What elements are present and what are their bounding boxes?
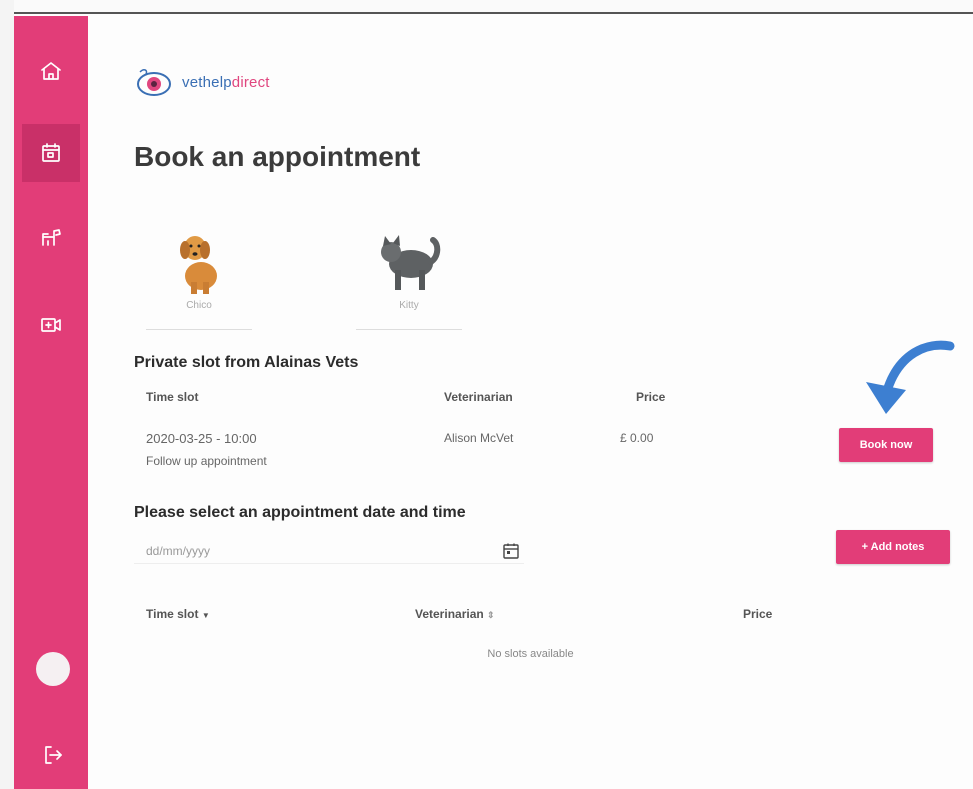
col-header-time: Time slot [146, 390, 199, 404]
slot-type: Follow up appointment [146, 454, 267, 468]
calendar-icon [42, 143, 60, 162]
col-header-time-sortable[interactable]: Time slot ▼ [146, 607, 210, 621]
nav-video[interactable] [22, 296, 80, 354]
home-icon [41, 62, 61, 80]
window-top-edge [0, 0, 973, 14]
book-now-button[interactable]: Book now [839, 428, 933, 462]
logo-mark [137, 69, 171, 96]
private-slot-title: Private slot from Alainas Vets [134, 354, 359, 371]
main-content: vethelpdirect Book an appointment Chico … [88, 16, 973, 789]
calendar-picker-icon[interactable] [502, 542, 520, 560]
pet-card-kitty[interactable]: Kitty [356, 226, 462, 330]
video-plus-icon [41, 318, 61, 332]
cat-photo-icon [381, 235, 441, 290]
pet-name: Kitty [399, 300, 419, 311]
sort-down-icon: ▼ [201, 611, 210, 620]
arrow-pointer-icon [866, 340, 955, 414]
page-title: Book an appointment [134, 141, 421, 172]
date-input[interactable] [134, 538, 524, 564]
select-date-title: Please select an appointment date and ti… [134, 504, 466, 521]
slot-time: 2020-03-25 - 10:00 [146, 431, 257, 446]
col-header-vet: Veterinarian [444, 390, 513, 404]
dog-photo-icon [180, 236, 217, 294]
logo: vethelpdirect [134, 64, 270, 100]
window-left-edge [0, 0, 14, 789]
col-header-price: Price [636, 390, 666, 404]
pet-name: Chico [186, 300, 212, 311]
nav-home[interactable] [22, 42, 80, 100]
dog-icon [42, 229, 61, 246]
col-header-price-2: Price [743, 607, 773, 621]
sidebar [14, 16, 88, 789]
sort-icon: ⇕ [487, 610, 495, 620]
slot-price: £ 0.00 [620, 431, 654, 445]
col-header-vet-sortable[interactable]: Veterinarian ⇕ [415, 607, 495, 621]
logout-button[interactable] [35, 737, 71, 773]
logo-text: vethelpdirect [182, 73, 270, 91]
empty-state: No slots available [487, 648, 574, 660]
pet-card-chico[interactable]: Chico [146, 226, 252, 330]
nav-pets[interactable] [22, 208, 80, 266]
slot-vet: Alison McVet [444, 431, 514, 445]
avatar[interactable] [36, 652, 70, 686]
add-notes-button[interactable]: + Add notes [836, 530, 950, 564]
logout-icon [45, 746, 62, 764]
nav-appointments[interactable] [22, 124, 80, 182]
